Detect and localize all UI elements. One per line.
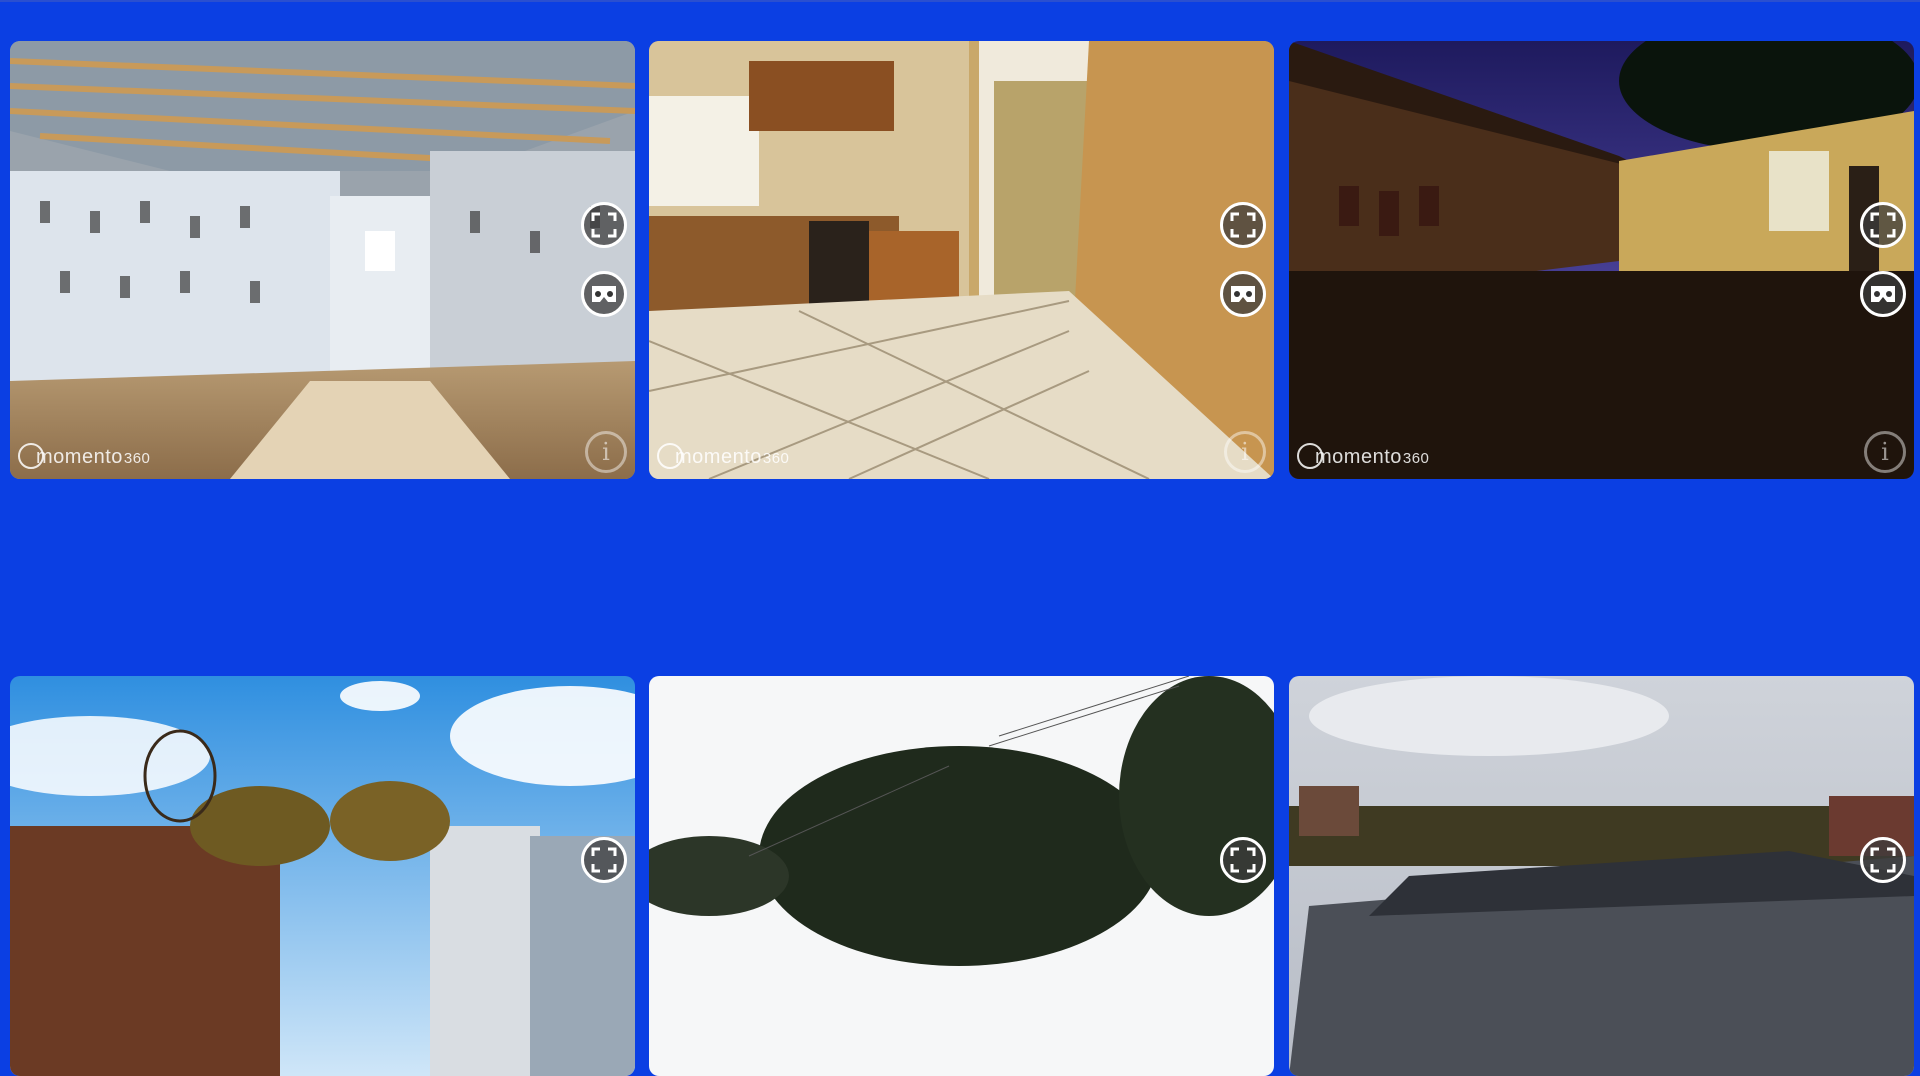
fullscreen-icon <box>1870 212 1896 238</box>
top-border <box>0 0 1920 2</box>
panorama-image <box>10 676 635 1076</box>
fullscreen-icon <box>1230 212 1256 238</box>
panorama-image <box>1289 41 1914 479</box>
vr-headset-icon <box>1231 286 1255 302</box>
logo-text: momento <box>36 446 123 468</box>
fullscreen-icon <box>591 847 617 873</box>
info-icon: i <box>1241 438 1249 466</box>
vr-mode-button[interactable] <box>581 271 627 317</box>
fullscreen-icon <box>1230 847 1256 873</box>
fullscreen-button[interactable] <box>1220 202 1266 248</box>
info-icon: i <box>1881 438 1889 466</box>
panorama-card-5[interactable] <box>649 676 1274 1076</box>
panorama-card-4[interactable] <box>10 676 635 1076</box>
info-button[interactable]: i <box>1224 431 1266 473</box>
momento360-logo: momento 360 <box>657 443 789 469</box>
fullscreen-button[interactable] <box>1220 837 1266 883</box>
panorama-image <box>1289 676 1914 1076</box>
panorama-card-3[interactable]: i momento 360 <box>1289 41 1914 479</box>
logo-text: momento <box>1315 446 1402 468</box>
vr-mode-button[interactable] <box>1860 271 1906 317</box>
logo-suffix: 360 <box>1402 450 1430 467</box>
momento360-logo: momento 360 <box>1297 443 1429 469</box>
info-button[interactable]: i <box>1864 431 1906 473</box>
panorama-card-6[interactable] <box>1289 676 1914 1076</box>
fullscreen-button[interactable] <box>581 837 627 883</box>
logo-text: momento <box>675 446 762 468</box>
momento360-logo: momento 360 <box>18 443 150 469</box>
panorama-image <box>649 41 1274 479</box>
panorama-image <box>10 41 635 479</box>
fullscreen-button[interactable] <box>581 202 627 248</box>
panorama-card-2[interactable]: i momento 360 <box>649 41 1274 479</box>
panorama-image <box>649 676 1274 1076</box>
logo-suffix: 360 <box>123 450 151 467</box>
vr-mode-button[interactable] <box>1220 271 1266 317</box>
vr-headset-icon <box>1871 286 1895 302</box>
logo-suffix: 360 <box>762 450 790 467</box>
panorama-card-1[interactable]: i momento 360 <box>10 41 635 479</box>
vr-headset-icon <box>592 286 616 302</box>
fullscreen-button[interactable] <box>1860 837 1906 883</box>
fullscreen-button[interactable] <box>1860 202 1906 248</box>
fullscreen-icon <box>1870 847 1896 873</box>
info-button[interactable]: i <box>585 431 627 473</box>
fullscreen-icon <box>591 212 617 238</box>
info-icon: i <box>602 438 610 466</box>
